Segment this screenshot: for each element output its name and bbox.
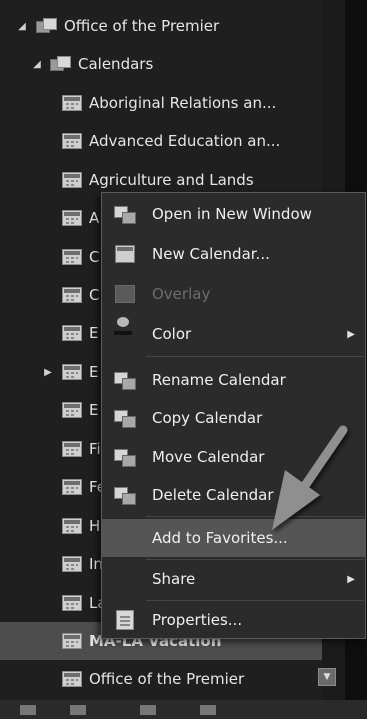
contacts-icon[interactable] [140,705,156,715]
folder-icon [36,17,58,35]
scroll-down-button[interactable]: ▼ [318,668,336,686]
navigation-bar [0,700,367,719]
calendar-item-label: Office of the Premier [89,670,245,688]
new-window-icon [114,203,136,225]
menu-item-color[interactable]: Color ▶ [102,315,365,353]
overlay-icon [114,283,136,305]
menu-item-open-in-new-window[interactable]: Open in New Window [102,195,365,233]
calendar-icon [62,95,82,111]
menu-item-label: Move Calendar [152,448,265,466]
calendar-icon [62,133,82,149]
calendar-icon [62,633,82,649]
menu-item-label: New Calendar... [152,245,270,263]
calendar-item-label: A [89,209,100,227]
context-menu: Open in New Window New Calendar... Overl… [101,192,366,639]
calendar-item-label: E [89,363,99,381]
calendar-item-label: Aboriginal Relations an... [89,94,277,112]
menu-item-new-calendar[interactable]: New Calendar... [102,235,365,273]
calendar-icon [62,287,82,303]
submenu-arrow-icon: ▶ [347,573,355,585]
menu-item-share[interactable]: Share ▶ [102,560,365,598]
move-calendar-icon [114,446,136,468]
calendar-icon [62,595,82,611]
calendar-icon [62,402,82,418]
calendar-icon [62,249,82,265]
tasks-icon[interactable] [200,705,216,715]
menu-item-rename-calendar[interactable]: Rename Calendar [102,361,365,399]
calendar-item[interactable]: Aboriginal Relations an... [0,84,322,122]
calendar-nav-icon[interactable] [70,705,86,715]
calendar-icon [62,518,82,534]
calendar-item-label: Advanced Education an... [89,132,281,150]
menu-separator [146,516,364,517]
calendar-item-label: E [89,324,99,342]
calendar-icon [114,243,136,265]
tree-node-calendars[interactable]: ◢ Calendars [0,45,322,83]
rename-calendar-icon [114,369,136,391]
expand-triangle-icon[interactable]: ◢ [31,58,43,70]
tree-node-office-of-the-premier[interactable]: ◢ Office of the Premier [0,7,322,45]
calendar-item-label: C [89,248,100,266]
menu-item-overlay: Overlay [102,275,365,313]
menu-item-label: Copy Calendar [152,409,263,427]
tree-node-label: Calendars [78,55,154,73]
properties-icon [114,609,136,631]
menu-item-label: Color [152,325,192,343]
calendar-icon [62,556,82,572]
menu-item-label: Add to Favorites... [152,529,288,547]
calendar-icon [62,172,82,188]
mail-icon[interactable] [20,705,36,715]
calendar-icon [62,364,82,380]
calendar-item-label: C [89,286,100,304]
menu-item-label: Open in New Window [152,205,312,223]
calendar-icon [62,441,82,457]
menu-item-label: Properties... [152,611,243,629]
calendar-icon [62,671,82,687]
calendar-icon [62,479,82,495]
calendar-folder-icon [50,55,72,73]
calendar-icon [62,325,82,341]
color-icon [114,317,136,339]
menu-item-label: Rename Calendar [152,371,286,389]
calendar-item-label: Agriculture and Lands [89,171,254,189]
calendar-item-label: Fi [89,440,101,458]
submenu-arrow-icon: ▶ [347,328,355,340]
menu-item-move-calendar[interactable]: Move Calendar [102,438,365,476]
menu-item-label: Overlay [152,285,211,303]
calendar-icon [62,210,82,226]
menu-item-copy-calendar[interactable]: Copy Calendar [102,399,365,437]
copy-calendar-icon [114,407,136,429]
menu-item-add-to-favorites[interactable]: Add to Favorites... [102,519,365,557]
menu-item-properties[interactable]: Properties... [102,601,365,639]
menu-item-label: Share [152,570,196,588]
calendar-item-label: H [89,517,101,535]
menu-item-delete-calendar[interactable]: Delete Calendar [102,476,365,514]
expand-arrow-icon[interactable]: ▶ [42,366,54,378]
menu-item-label: Delete Calendar [152,486,274,504]
calendar-item[interactable]: Office of the Premier [0,660,322,698]
calendar-item-label: E [89,401,99,419]
tree-node-label: Office of the Premier [64,17,220,35]
delete-calendar-icon [114,484,136,506]
calendar-item[interactable]: Advanced Education an... [0,122,322,160]
menu-separator [146,356,364,357]
expand-triangle-icon[interactable]: ◢ [16,20,28,32]
